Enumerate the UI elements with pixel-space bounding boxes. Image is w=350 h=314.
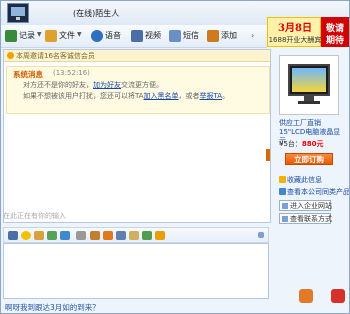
line1-text-end: 交流更方便。 <box>121 81 163 89</box>
promo-tag: 敬请 期待 <box>321 17 349 47</box>
bottom-ad-link[interactable]: 啊呀我到跟达3月如的到来？ <box>5 302 100 313</box>
expand-input-icon[interactable] <box>258 232 264 238</box>
image-icon[interactable] <box>47 231 57 240</box>
system-message-line1: 对方还不是你的好友，加为好友交流更方便。 <box>23 80 163 90</box>
chat-window: (在线)陌生人 3月8日 1688开业大酬宾 敬请 期待 记录 ▼ 文件 ▼ 语… <box>0 0 350 314</box>
video-icon <box>131 30 143 42</box>
typing-hint: 在此正在有你的输入 <box>3 212 66 220</box>
notice-bar[interactable]: 本周邀请16名客诚信会员 <box>4 50 270 62</box>
more-tools-icon[interactable] <box>116 231 126 240</box>
more-products-link[interactable]: 查看本公司同类产品 <box>279 187 350 197</box>
avatar[interactable] <box>7 3 29 23</box>
file-icon <box>45 30 57 42</box>
aliwangwang-icon[interactable] <box>299 289 313 303</box>
add-friend-link[interactable]: 加为好友 <box>93 81 121 89</box>
report-link[interactable]: 举报TA <box>200 92 223 100</box>
file-dropdown-arrow-icon[interactable]: ▼ <box>77 31 82 38</box>
sms-icon <box>169 30 181 42</box>
sms-button[interactable]: 短信 <box>169 29 205 43</box>
emoticon-icon[interactable] <box>21 231 31 240</box>
screenshot-dropdown-icon[interactable] <box>76 231 86 240</box>
voice-label: 语音 <box>105 31 121 40</box>
add-contact-button[interactable]: 添加 <box>207 29 243 43</box>
line1-text: 对方还不是你的好友， <box>23 81 93 89</box>
system-message-time: (13:52:16) <box>53 69 90 77</box>
search-icon <box>279 188 286 195</box>
enterprise-site-label: 进入企业网站 <box>290 202 332 210</box>
gift-icon[interactable] <box>34 231 44 240</box>
history-icon <box>5 30 17 42</box>
notice-text: 本周邀请16名客诚信会员 <box>16 52 95 60</box>
product-price: ¥5台：880元 <box>279 139 324 149</box>
voice-button[interactable]: 语音 <box>91 29 127 43</box>
history-dropdown-arrow-icon[interactable]: ▼ <box>37 31 42 38</box>
contact-icon <box>282 216 288 222</box>
message-history[interactable]: 本周邀请16名客诚信会员 系统消息 (13:52:16) 对方还不是你的好友，加… <box>3 49 271 223</box>
favorite-icon[interactable] <box>155 231 165 240</box>
buy-now-button[interactable]: 立即订购 <box>285 153 333 165</box>
input-toolbar <box>3 227 269 243</box>
blacklist-link[interactable]: 加入黑名单 <box>144 92 179 100</box>
home-icon <box>282 203 288 209</box>
promo-date: 3月8日 <box>278 23 312 34</box>
video-button[interactable]: 视频 <box>131 29 167 43</box>
sms-label: 短信 <box>183 31 199 40</box>
promo-tag-line2: 期待 <box>325 36 344 46</box>
photo-icon[interactable] <box>103 231 113 240</box>
history-button[interactable]: 记录 ▼ <box>5 29 42 43</box>
promo-date-box: 3月8日 1688开业大酬宾 <box>267 17 321 47</box>
gift-box-icon[interactable] <box>331 289 345 303</box>
add-contact-icon <box>207 30 219 42</box>
enterprise-site-button[interactable]: 进入企业网站 <box>279 200 332 211</box>
monitor-icon <box>288 64 330 96</box>
chat-toolbar: 记录 ▼ 文件 ▼ 语音 视频 短信 添加 › <box>1 25 267 48</box>
contact-info-label: 查看联系方式 <box>290 215 332 223</box>
favorite-label: 收藏此信息 <box>287 176 322 184</box>
price-prefix: ¥5台： <box>279 140 302 148</box>
system-message-title: 系统消息 <box>13 70 43 79</box>
right-panel: 供应工厂直销15"LCD电脑液晶显示 ¥5台：880元 立即订购 收藏此信息 查… <box>266 49 350 311</box>
contact-info-button[interactable]: 查看联系方式 <box>279 213 332 224</box>
shake-icon[interactable] <box>90 231 100 240</box>
more-products-label: 查看本公司同类产品 <box>287 188 350 196</box>
video-label: 视频 <box>145 31 161 40</box>
title-status: (在线) <box>73 9 96 18</box>
toolbar-more-icon[interactable]: › <box>251 31 254 40</box>
line2-text: 如果不想被该用户打扰，您还可以将TA <box>23 92 144 100</box>
title-name: 陌生人 <box>95 9 120 18</box>
system-message: 系统消息 (13:52:16) 对方还不是你的好友，加为好友交流更方便。 如果不… <box>6 66 270 114</box>
promo-banner[interactable]: 3月8日 1688开业大酬宾 敬请 期待 <box>267 17 349 47</box>
collapse-panel-icon[interactable] <box>266 149 270 161</box>
promo-subtitle: 1688开业大酬宾 <box>268 36 322 44</box>
bell-icon[interactable] <box>129 231 139 240</box>
favorite-link[interactable]: 收藏此信息 <box>279 175 322 185</box>
message-input[interactable] <box>3 243 269 299</box>
line2-text-mid: ，或者 <box>178 92 200 100</box>
font-icon[interactable] <box>8 231 18 240</box>
history-label: 记录 <box>19 31 35 40</box>
price-value: 880元 <box>301 140 324 148</box>
screenshot-icon[interactable] <box>60 231 70 240</box>
voice-icon <box>91 30 103 42</box>
notice-icon <box>7 52 14 59</box>
file-button[interactable]: 文件 ▼ <box>45 29 83 43</box>
star-icon <box>279 176 286 183</box>
window-title: (在线)陌生人 <box>73 8 119 19</box>
line2-text-end: 。 <box>222 92 230 100</box>
product-image[interactable] <box>279 55 339 115</box>
file-label: 文件 <box>59 31 75 40</box>
system-message-line2: 如果不想被该用户打扰，您还可以将TA加入黑名单，或者举报TA。 <box>23 91 229 101</box>
add-contact-label: 添加 <box>221 31 237 40</box>
note-icon[interactable] <box>142 231 152 240</box>
